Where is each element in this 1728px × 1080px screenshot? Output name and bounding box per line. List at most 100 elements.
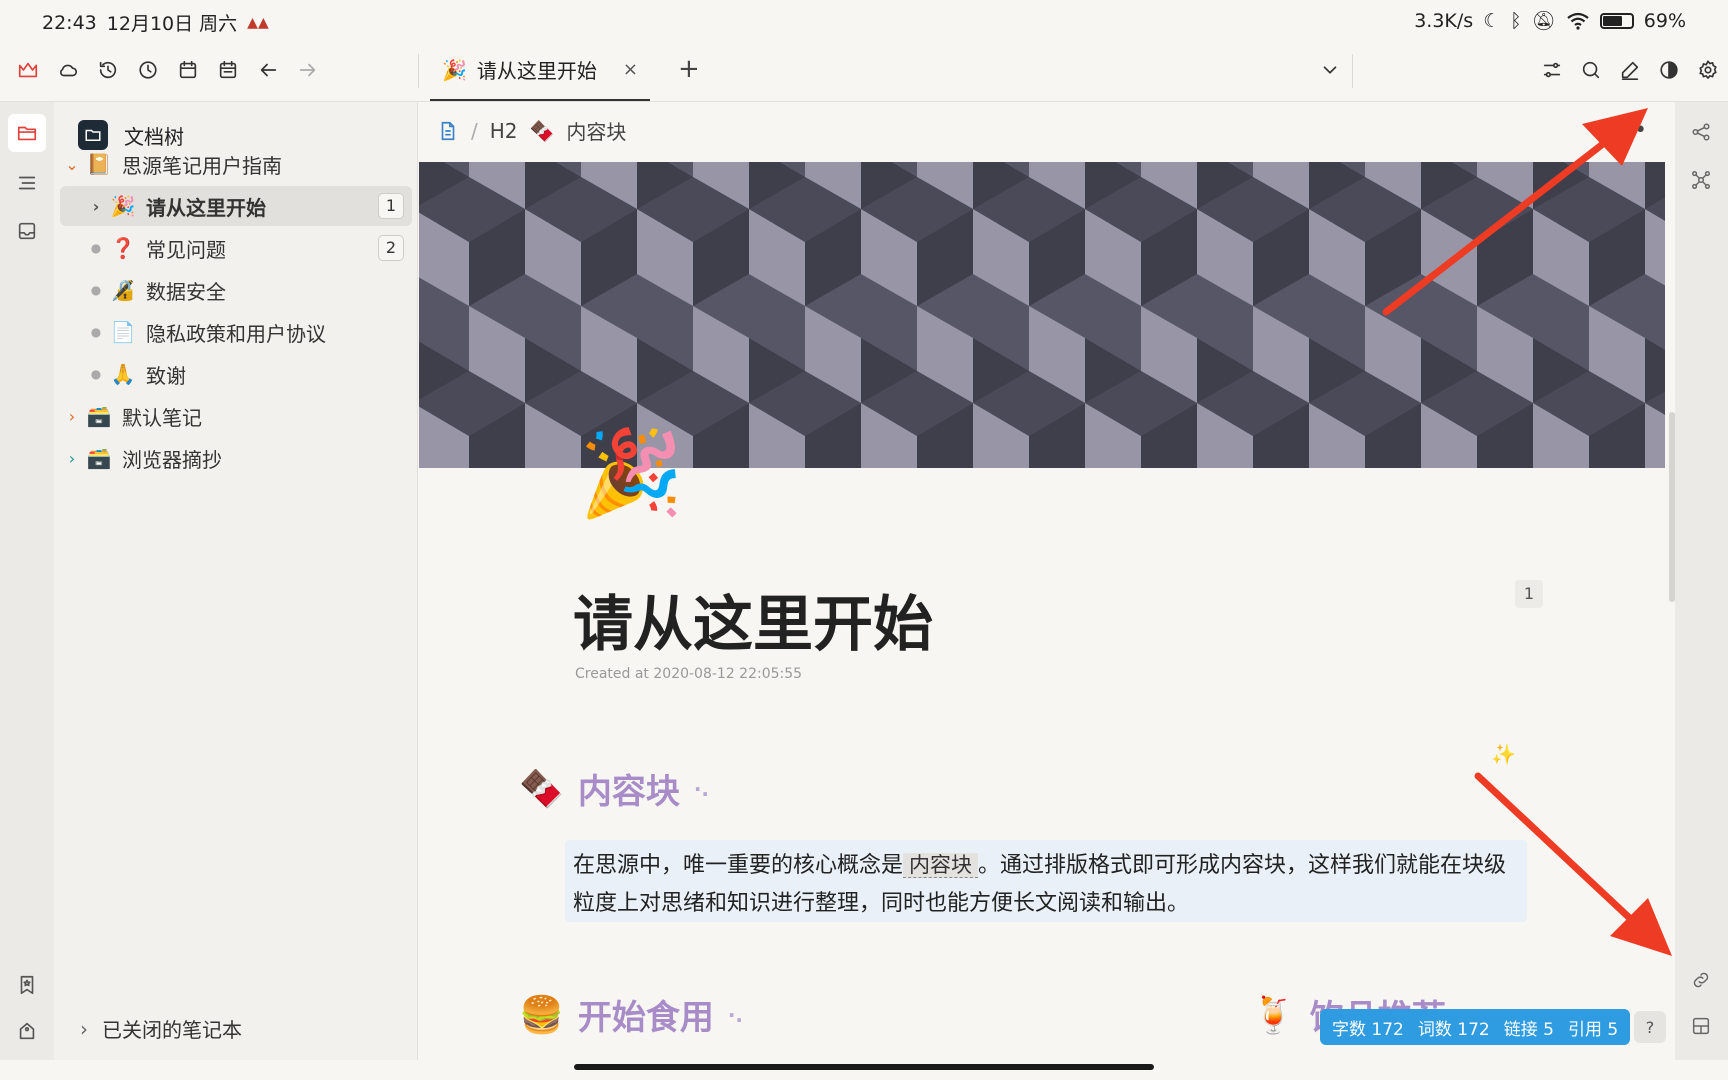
- title-ref-badge[interactable]: 1: [1515, 580, 1543, 608]
- clock-icon[interactable]: [134, 56, 162, 84]
- bell-off-icon: 🔕︎: [1531, 10, 1556, 32]
- moon-icon: ☾: [1483, 9, 1501, 32]
- word-count-status[interactable]: 字数 172 词数 172 链接 5 引用 5: [1320, 1009, 1631, 1045]
- card-box-icon: 🗃️: [86, 446, 112, 470]
- inline-code: 内容块: [903, 853, 979, 878]
- clock-date: 12月10日 周六: [106, 13, 238, 35]
- word-count: 词数 172: [1417, 1019, 1490, 1040]
- layout-icon[interactable]: [1685, 1010, 1717, 1042]
- forward-arrow-icon[interactable]: [294, 56, 322, 84]
- heading-suffix: ·.: [727, 1002, 744, 1027]
- notebook-label: 浏览器摘抄: [122, 447, 222, 472]
- tree-item-label: 常见问题: [146, 237, 226, 262]
- bullet-icon: ●: [90, 325, 102, 339]
- paragraph-block[interactable]: 在思源中，唯一重要的核心概念是 内容块 。通过排版格式即可形成内容块，这样我们就能在…: [565, 840, 1527, 922]
- theme-contrast-icon[interactable]: [1655, 56, 1683, 84]
- breadcrumb-label[interactable]: 内容块: [566, 116, 626, 145]
- file-tree-panel: 文档树 ⌄ 📔 思源笔记用户指南 › 🎉 请从这里开始 1 ● ❓ 常见问题 2…: [54, 102, 418, 1060]
- tree-item-label: 致谢: [146, 363, 186, 388]
- chocolate-icon: 🍫: [529, 118, 555, 143]
- tree-item-data-security[interactable]: ● 🔏 数据安全: [60, 270, 412, 310]
- pencil-icon[interactable]: [1616, 56, 1644, 84]
- closed-notebooks-label: 已关闭的笔记本: [102, 1018, 242, 1042]
- clock-time: 22:43: [42, 11, 97, 34]
- top-toolbar: 🎉 请从这里开始 × +: [0, 40, 1728, 102]
- breadcrumb-heading-level[interactable]: H2: [490, 119, 518, 143]
- global-graph-icon[interactable]: [1685, 164, 1717, 196]
- heading-label: 内容块: [577, 772, 680, 812]
- daily-note-icon[interactable]: [214, 56, 242, 84]
- back-arrow-icon[interactable]: [254, 56, 282, 84]
- inbox-icon[interactable]: [8, 212, 46, 250]
- char-count: 字数 172: [1332, 1019, 1404, 1040]
- history-icon[interactable]: [94, 56, 122, 84]
- party-icon: 🎉: [110, 194, 136, 218]
- tab-current-doc[interactable]: 🎉 请从这里开始 ×: [430, 40, 650, 101]
- link-icon[interactable]: [1685, 964, 1717, 996]
- bookmark-icon[interactable]: [8, 966, 46, 1004]
- more-menu-button[interactable]: ••: [1619, 118, 1649, 143]
- tab-list-chevron-down-icon[interactable]: [1316, 56, 1344, 84]
- tab-close-button[interactable]: ×: [623, 59, 638, 80]
- tree-item-label: 请从这里开始: [146, 195, 266, 220]
- document-party-icon[interactable]: 🎉: [579, 424, 684, 523]
- breadcrumb: / H2 🍫 内容块: [437, 116, 626, 145]
- calendar-icon[interactable]: [174, 56, 202, 84]
- tree-item-start-here[interactable]: › 🎉 请从这里开始 1: [60, 186, 412, 226]
- tree-item-faq[interactable]: ● ❓ 常见问题 2: [60, 228, 412, 268]
- search-icon[interactable]: [1577, 56, 1605, 84]
- closed-notebooks[interactable]: › 已关闭的笔记本: [80, 1014, 242, 1043]
- page-title[interactable]: 请从这里开始: [573, 576, 933, 663]
- gear-icon[interactable]: [1694, 56, 1722, 84]
- bullet-icon: ●: [90, 283, 102, 297]
- tree-item-label: 隐私政策和用户协议: [146, 321, 326, 346]
- new-tab-button[interactable]: +: [678, 54, 700, 84]
- left-dock: [0, 102, 54, 1060]
- sparkle-icon: ✨: [1491, 742, 1516, 766]
- tag-icon[interactable]: [8, 1012, 46, 1050]
- heading-suffix: ·.: [693, 776, 710, 801]
- chevron-right-icon[interactable]: ›: [60, 449, 84, 468]
- paragraph-text: 在思源中，唯一重要的核心概念是: [573, 853, 904, 878]
- tree-item-label: 数据安全: [146, 279, 226, 304]
- chevron-down-icon[interactable]: ⌄: [60, 155, 84, 174]
- app-notification-icon: ▲▲: [247, 14, 269, 31]
- heading-content-block[interactable]: 🍫 内容块 ·.: [519, 764, 709, 813]
- notebook-default[interactable]: › 🗃️ 默认笔记: [60, 396, 412, 436]
- crown-icon[interactable]: [14, 56, 42, 84]
- home-indicator: [574, 1064, 1154, 1070]
- notebook-browser-clips[interactable]: › 🗃️ 浏览器摘抄: [60, 438, 412, 478]
- lock-pen-icon: 🔏: [110, 278, 136, 302]
- document-cover-banner[interactable]: [419, 162, 1665, 468]
- breadcrumb-separator: /: [471, 118, 478, 143]
- notebook-label: 思源笔记用户指南: [122, 153, 282, 178]
- file-tree-folder-icon[interactable]: [8, 114, 46, 152]
- help-button[interactable]: ?: [1634, 1011, 1666, 1043]
- wifi-icon: [1567, 12, 1589, 30]
- tree-item-thanks[interactable]: ● 🙏 致谢: [60, 354, 412, 394]
- ref-count: 引用 5: [1567, 1019, 1619, 1040]
- editor-area: / H2 🍫 内容块 •• 🎉 请从这里开始 1 Created at 2020…: [419, 102, 1675, 1060]
- bullet-icon: ●: [90, 241, 102, 255]
- settings-sliders-icon[interactable]: [1538, 56, 1566, 84]
- heading-getting-started[interactable]: 🍔 开始食用 ·.: [519, 990, 743, 1039]
- chevron-right-icon: ›: [80, 1016, 88, 1041]
- notebook-user-guide[interactable]: ⌄ 📔 思源笔记用户指南: [60, 144, 412, 184]
- bluetooth-icon: ᛒ: [1510, 9, 1522, 32]
- tree-item-privacy-policy[interactable]: ● 📄 隐私政策和用户协议: [60, 312, 412, 352]
- system-status-bar: 22:43 12月10日 周六 ▲▲ 3.3K/s ☾ ᛒ 🔕︎ 69%: [0, 0, 1728, 40]
- outline-icon[interactable]: [8, 164, 46, 202]
- cloud-icon[interactable]: [54, 56, 82, 84]
- document-icon[interactable]: [437, 120, 459, 142]
- battery-percent: 69%: [1643, 9, 1686, 32]
- ref-count-badge: 2: [378, 235, 404, 261]
- chevron-right-icon[interactable]: ›: [60, 407, 84, 426]
- cube-pattern: [419, 162, 1665, 468]
- net-speed: 3.3K/s: [1414, 9, 1474, 32]
- created-timestamp: Created at 2020-08-12 22:05:55: [575, 666, 803, 682]
- chevron-right-icon[interactable]: ›: [84, 197, 108, 216]
- right-dock: [1675, 102, 1728, 1060]
- chocolate-icon: 🍫: [519, 768, 564, 810]
- backlinks-graph-icon[interactable]: [1685, 116, 1717, 148]
- document-icon: 📄: [110, 320, 136, 344]
